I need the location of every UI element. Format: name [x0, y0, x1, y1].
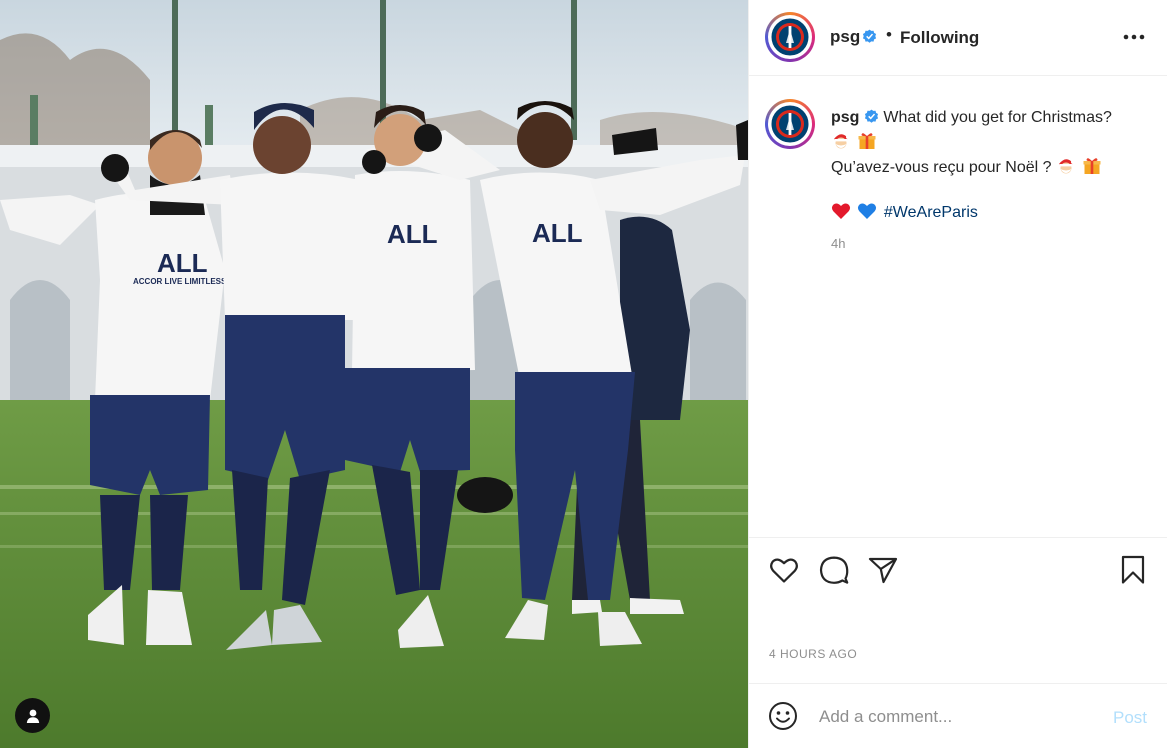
caption-text: psg What did you get for Christmas? Qu’a…: [831, 105, 1153, 225]
profile-avatar[interactable]: [765, 12, 815, 62]
gift-emoji: [858, 133, 876, 149]
header-separator: •: [886, 25, 892, 44]
santa-emoji: [834, 134, 850, 149]
shirt-sponsor-subtext: ACCOR LIVE LIMITLESS: [133, 277, 227, 286]
team-photo-illustration: ALL ACCOR LIVE LIMITLESS ALL ALL: [0, 0, 748, 748]
following-button[interactable]: Following: [900, 28, 979, 48]
share-button[interactable]: [866, 553, 900, 587]
action-bar: [749, 538, 1167, 600]
blue-heart-emoji: [858, 203, 877, 219]
share-icon: [868, 557, 898, 584]
comment-input[interactable]: [819, 705, 1099, 729]
header-username[interactable]: psg: [830, 27, 860, 47]
post-header: psg • Following: [749, 0, 1167, 76]
save-button[interactable]: [1116, 553, 1150, 587]
gift-emoji: [1083, 158, 1101, 174]
caption-avatar[interactable]: [765, 99, 815, 149]
red-heart-emoji: [831, 203, 851, 219]
verified-badge-icon: [864, 109, 878, 123]
user-icon: [26, 709, 39, 723]
hashtag-link[interactable]: #WeAreParis: [884, 204, 978, 221]
post-timestamp[interactable]: 4 HOURS AGO: [769, 647, 857, 661]
comment-button[interactable]: [817, 553, 851, 587]
more-options-button[interactable]: [1119, 22, 1149, 52]
verified-badge-icon: [862, 29, 877, 43]
post-photo[interactable]: ALL ACCOR LIVE LIMITLESS ALL ALL: [0, 0, 748, 748]
post-comment-button[interactable]: Post: [1113, 708, 1147, 728]
comment-icon: [819, 556, 849, 584]
caption-username[interactable]: psg: [831, 109, 859, 126]
emoji-picker-button[interactable]: [767, 700, 799, 732]
like-button[interactable]: [767, 553, 801, 587]
heart-icon: [770, 558, 798, 583]
tagged-users-button[interactable]: [15, 698, 50, 733]
shirt-sponsor-text: ALL: [157, 248, 208, 278]
psg-crest-icon: [770, 104, 810, 144]
comment-bar: Post: [749, 683, 1167, 748]
bookmark-icon: [1121, 555, 1145, 584]
santa-emoji: [1059, 159, 1076, 174]
caption-section: psg What did you get for Christmas? Qu’a…: [749, 76, 1167, 538]
post-side-panel: psg • Following psg What did you get for…: [748, 0, 1167, 748]
instagram-post: ALL ACCOR LIVE LIMITLESS ALL ALL psg • F…: [0, 0, 1167, 748]
shirt-sponsor-text-3: ALL: [532, 218, 583, 248]
psg-crest-icon: [770, 17, 810, 57]
caption-line-english: What did you get for Christmas?: [883, 109, 1112, 126]
caption-relative-time[interactable]: 4h: [831, 236, 845, 251]
smiley-icon: [769, 702, 797, 730]
caption-line-french: Qu’avez-vous reçu pour Noël ?: [831, 159, 1052, 176]
shirt-sponsor-text-2: ALL: [387, 219, 438, 249]
more-options-icon: [1123, 34, 1145, 40]
